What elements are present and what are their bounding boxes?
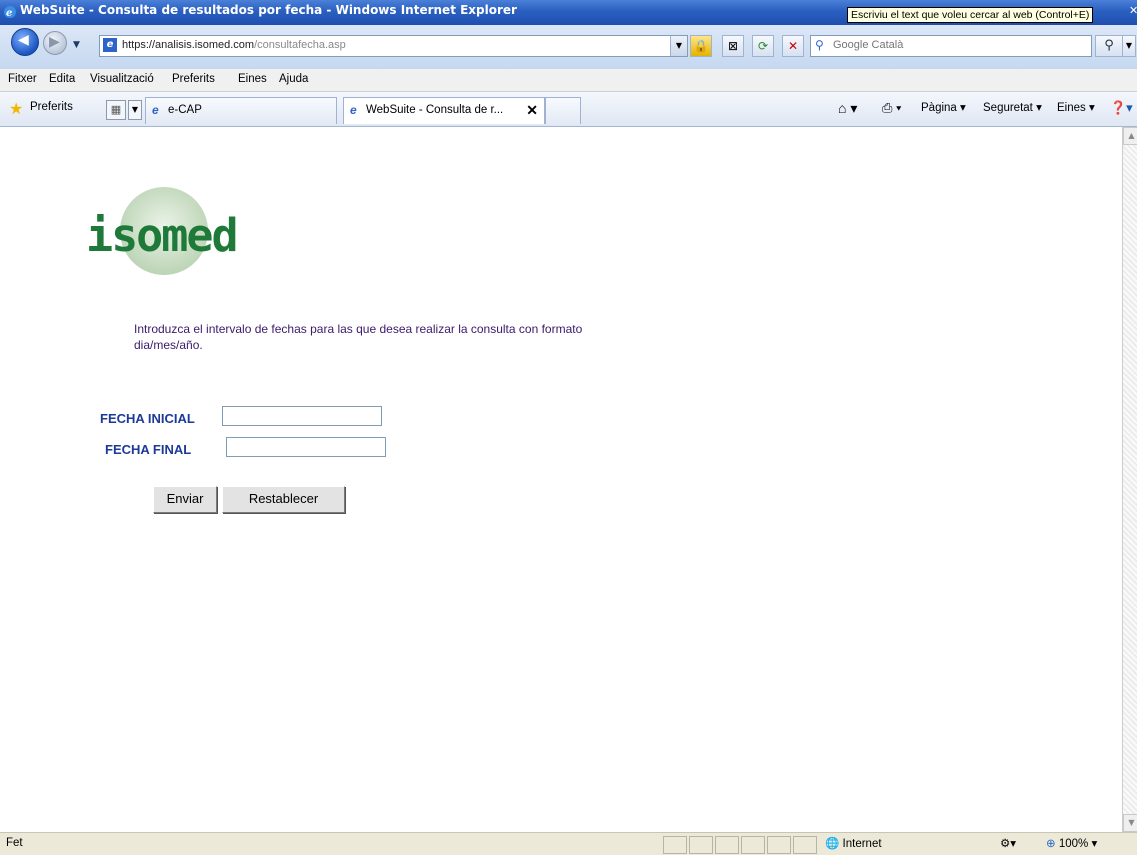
stop-icon[interactable]: ✕: [782, 35, 804, 57]
zoom-control[interactable]: ⊕ 100% ▾: [1046, 836, 1097, 850]
intro-text: Introduzca el intervalo de fechas para l…: [134, 322, 583, 352]
menu-item-eines[interactable]: Eines: [238, 73, 267, 85]
status-pane: [715, 836, 739, 854]
status-pane: [689, 836, 713, 854]
history-dropdown-icon[interactable]: ▼: [73, 40, 80, 50]
search-input[interactable]: [831, 38, 1085, 52]
address-dropdown-button[interactable]: ▼: [670, 36, 687, 56]
lock-icon[interactable]: 🔒: [690, 35, 712, 57]
fecha-inicial-input[interactable]: [222, 406, 382, 426]
refresh-icon[interactable]: ⟳: [752, 35, 774, 57]
status-bar: Fet 🌐 Internet ⚙▾ ⊕ 100% ▾: [0, 832, 1137, 855]
search-button[interactable]: ⚲: [1095, 35, 1123, 57]
protected-mode-icon[interactable]: ⚙▾: [1000, 836, 1016, 850]
logo-text: isomed: [86, 209, 239, 262]
close-window-button[interactable]: ✕: [1129, 4, 1137, 18]
page-icon: e: [103, 38, 117, 52]
search-options-dropdown[interactable]: ▼: [1122, 35, 1136, 57]
security-zone[interactable]: 🌐 Internet: [825, 836, 882, 850]
reset-button[interactable]: Restablecer: [222, 486, 345, 513]
menu-item-ajuda[interactable]: Ajuda: [279, 73, 308, 85]
close-tab-icon[interactable]: ✕: [526, 102, 538, 119]
safety-menu[interactable]: Seguretat ▾: [983, 100, 1042, 114]
search-icon: ⚲: [815, 38, 824, 52]
print-icon[interactable]: ⎙ ▾: [882, 100, 901, 116]
favorites-button[interactable]: Preferits: [30, 101, 73, 113]
zoom-icon: ⊕: [1046, 838, 1056, 850]
ie-page-icon: e: [152, 103, 159, 117]
status-pane: [793, 836, 817, 854]
status-pane: [663, 836, 687, 854]
forward-button[interactable]: ▶: [43, 31, 67, 55]
status-text: Fet: [6, 837, 23, 849]
tab-websuite[interactable]: e WebSuite - Consulta de r... ✕: [343, 97, 545, 124]
home-icon[interactable]: ⌂ ▾: [838, 100, 857, 117]
menu-bar: Fitxer Edita Visualització Preferits Ein…: [0, 69, 1137, 92]
tab-label: WebSuite - Consulta de r...: [366, 104, 504, 116]
scroll-up-button[interactable]: ▲: [1123, 127, 1137, 145]
menu-item-edita[interactable]: Edita: [49, 73, 75, 85]
menu-item-fitxer[interactable]: Fitxer: [8, 73, 37, 85]
favorite-link-label: e-CAP: [168, 104, 202, 116]
vertical-scrollbar[interactable]: ▲ ▼: [1122, 127, 1137, 832]
help-icon[interactable]: ❓▾: [1110, 100, 1133, 116]
fecha-final-label: FECHA FINAL: [105, 442, 192, 457]
compat-view-icon[interactable]: ⊠: [722, 35, 744, 57]
menu-item-preferits[interactable]: Preferits: [172, 73, 215, 85]
isomed-logo: isomed: [86, 187, 251, 277]
favorite-link-ecap[interactable]: e e-CAP: [145, 97, 337, 124]
zoom-level: 100%: [1058, 838, 1089, 850]
search-tooltip: Escriviu el text que voleu cercar al web…: [847, 7, 1094, 23]
tab-list-dropdown[interactable]: ▼: [128, 100, 142, 120]
globe-zone-icon: 🌐: [825, 838, 840, 850]
address-url[interactable]: https://analisis.isomed.com/consultafech…: [122, 39, 346, 51]
svg-text:e: e: [6, 8, 12, 19]
search-box[interactable]: ⚲: [810, 35, 1092, 57]
ie-page-icon: e: [350, 103, 357, 117]
ie-icon: e: [3, 4, 17, 23]
back-button[interactable]: ◀: [11, 28, 39, 56]
title-bar: e WebSuite - Consulta de resultados por …: [0, 0, 1137, 25]
zone-label: Internet: [842, 838, 882, 850]
menu-item-visualitzacio[interactable]: Visualització: [90, 73, 154, 85]
status-pane: [741, 836, 765, 854]
fecha-final-input[interactable]: [226, 437, 386, 457]
quick-tabs-icon[interactable]: ▦: [106, 100, 126, 120]
url-host: https://analisis.isomed.com: [122, 39, 255, 51]
fecha-inicial-label: FECHA INICIAL: [100, 411, 195, 426]
window-title: WebSuite - Consulta de resultados por fe…: [20, 3, 517, 17]
tools-menu[interactable]: Eines ▾: [1057, 100, 1095, 114]
new-tab-button[interactable]: [545, 97, 581, 124]
address-bar[interactable]: e https://analisis.isomed.com/consultafe…: [99, 35, 688, 57]
url-path: /consultafecha.asp: [254, 39, 346, 51]
page-menu[interactable]: Pàgina ▾: [921, 100, 966, 114]
star-icon: ★: [9, 99, 24, 118]
submit-button[interactable]: Enviar: [153, 486, 217, 513]
scroll-down-button[interactable]: ▼: [1123, 814, 1137, 832]
status-pane: [767, 836, 791, 854]
